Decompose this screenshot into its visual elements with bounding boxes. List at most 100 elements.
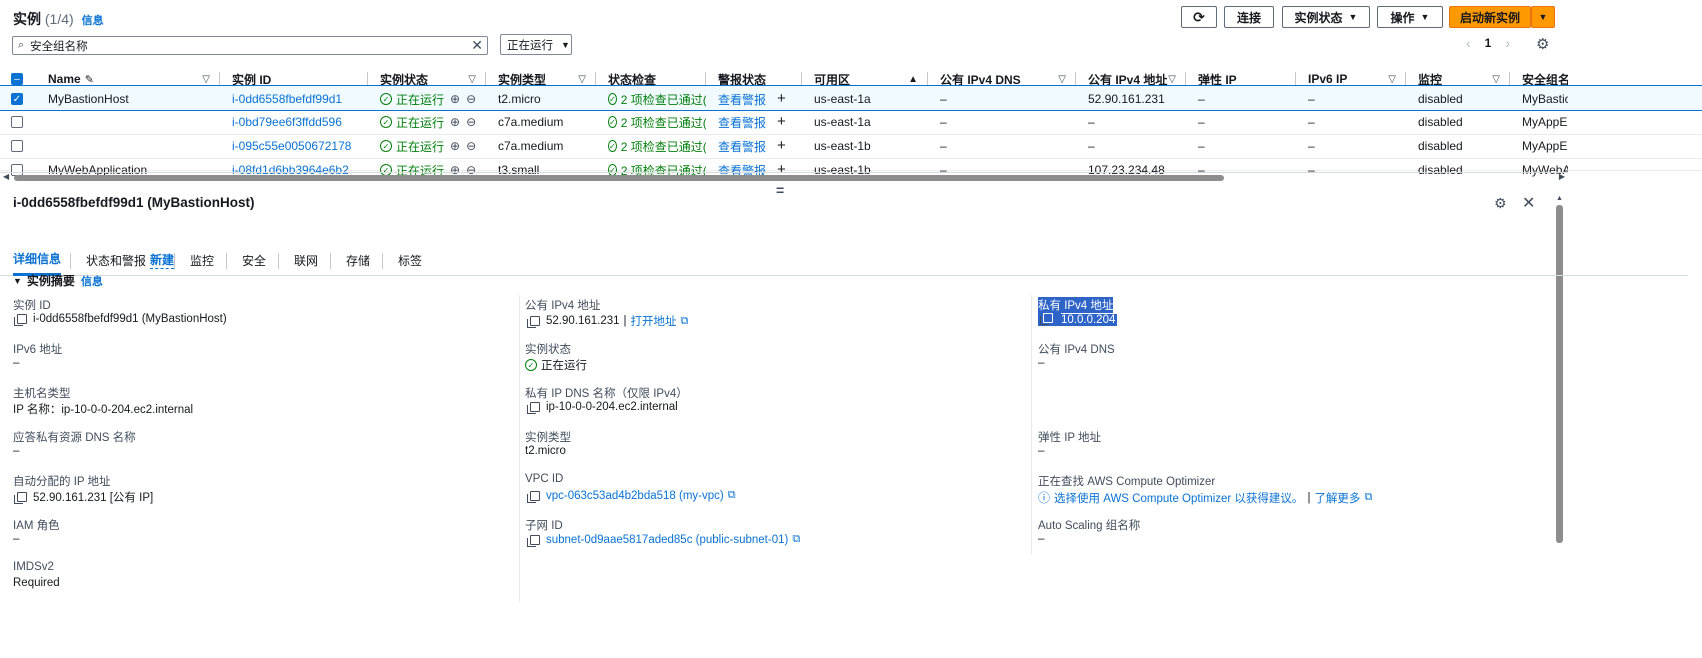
- tab-security[interactable]: 安全: [242, 244, 266, 276]
- search-input[interactable]: ⌕ 安全组名称 ✕: [12, 36, 488, 55]
- zoom-out-icon[interactable]: ⊖: [466, 139, 476, 153]
- tab-label: 详细信息: [13, 252, 62, 266]
- id-text[interactable]: i-0bd79ee6f3ffdd596: [232, 115, 342, 129]
- state-filter-select[interactable]: 正在运行 ▼: [500, 34, 572, 55]
- dns-text: –: [940, 92, 947, 106]
- filter-icon[interactable]: ▽: [578, 74, 586, 85]
- copy-icon[interactable]: [527, 490, 540, 503]
- zoom-in-icon[interactable]: ⊕: [450, 139, 460, 153]
- table-row[interactable]: ✓ MyBastionHost i-0dd6558fbefdf99d1 ✓ 正在运行 ⊕ ⊖…: [0, 85, 1702, 111]
- name-text: MyBastionHost: [48, 92, 129, 106]
- launch-instance-button[interactable]: 启动新实例: [1449, 6, 1531, 28]
- row-checkbox[interactable]: [11, 116, 23, 128]
- scroll-right-icon[interactable]: ▶: [1559, 172, 1565, 181]
- copy-icon[interactable]: [527, 534, 540, 547]
- filter-icon[interactable]: ▽: [202, 74, 210, 85]
- filter-icon[interactable]: ▽: [1168, 74, 1176, 85]
- add-alarm-icon[interactable]: +: [777, 113, 786, 130]
- add-alarm-icon[interactable]: +: [777, 90, 786, 107]
- zoom-out-icon[interactable]: ⊖: [466, 92, 476, 106]
- gear-icon[interactable]: ⚙: [1536, 35, 1549, 53]
- open-address-link[interactable]: 打开地址: [631, 313, 677, 329]
- tab-label: 监控: [190, 253, 215, 268]
- add-alarm-icon[interactable]: +: [777, 137, 786, 154]
- cell-state: ✓ 正在运行 ⊕ ⊖: [380, 109, 486, 135]
- horizontal-scrollbar[interactable]: ◀ ▶: [0, 172, 1568, 182]
- check-circle-icon: ✓: [608, 93, 617, 105]
- cell-alarm[interactable]: 查看警报: [718, 133, 802, 159]
- value-elastic-ip: –: [1038, 445, 1045, 457]
- filter-icon[interactable]: ▽: [1388, 74, 1396, 85]
- sort-asc-icon[interactable]: ▲: [908, 74, 918, 85]
- instance-state-button[interactable]: 实例状态 ▼: [1282, 6, 1370, 28]
- dns-text: –: [940, 139, 947, 153]
- zoom-out-icon[interactable]: ⊖: [466, 115, 476, 129]
- cell-id[interactable]: i-0bd79ee6f3ffdd596: [232, 109, 368, 135]
- section-info-link[interactable]: 信息: [81, 273, 103, 289]
- alarm-text[interactable]: 查看警报: [718, 114, 766, 131]
- compute-optimizer-link[interactable]: 选择使用 AWS Compute Optimizer 以获得建议。: [1054, 490, 1303, 506]
- launch-dropdown-button[interactable]: ▼: [1531, 6, 1555, 28]
- table-row[interactable]: i-0bd79ee6f3ffdd596 ✓ 正在运行 ⊕ ⊖ c7a.medium ✓ 2 项…: [0, 109, 1702, 135]
- scrollbar-thumb[interactable]: [14, 175, 1224, 181]
- label-private-dns: 私有 IP DNS 名称（仅限 IPv4）: [525, 388, 688, 400]
- section-header[interactable]: ▼ 实例摘要 信息: [13, 272, 103, 289]
- external-link-icon: ⧉: [680, 314, 689, 327]
- cell-monitor: disabled: [1418, 133, 1510, 159]
- zoom-in-icon[interactable]: ⊕: [450, 115, 460, 129]
- filter-icon[interactable]: ▽: [1058, 74, 1066, 85]
- scroll-up-icon[interactable]: ▲: [1556, 195, 1563, 202]
- cell-id[interactable]: i-095c55e0050672178: [232, 133, 368, 159]
- row-checkbox[interactable]: [11, 140, 23, 152]
- filter-icon[interactable]: ▽: [1492, 74, 1500, 85]
- settings-icon[interactable]: ⚙: [1494, 195, 1507, 212]
- alarm-text[interactable]: 查看警报: [718, 138, 766, 155]
- table-row[interactable]: MyWebApplication i-08fd1d6bb3964e6b2 ✓ 正在运行…: [0, 157, 1702, 178]
- subnet-link[interactable]: subnet-0d9aae5817aded85c (public-subnet-…: [546, 534, 788, 546]
- label-subnet-id: 子网 ID: [525, 520, 563, 532]
- value-instance-id: i-0dd6558fbefdf99d1 (MyBastionHost): [14, 313, 227, 326]
- filter-icon[interactable]: ▽: [468, 74, 476, 85]
- tab-monitoring[interactable]: 监控: [190, 244, 214, 276]
- refresh-icon: ⟳: [1193, 8, 1205, 25]
- label-hostname-type: 主机名类型: [13, 388, 71, 400]
- alarm-text[interactable]: 查看警报: [718, 91, 766, 108]
- clear-icon[interactable]: ✕: [471, 37, 483, 54]
- learn-more-link[interactable]: 了解更多: [1314, 490, 1360, 506]
- close-icon[interactable]: ✕: [1522, 193, 1535, 213]
- id-text[interactable]: i-095c55e0050672178: [232, 139, 351, 153]
- cell-dns: –: [940, 109, 1076, 135]
- value-private-dns: ip-10-0-0-204.ec2.internal: [527, 401, 678, 414]
- connect-button[interactable]: 连接: [1224, 6, 1274, 28]
- launch-label: 启动新实例: [1459, 10, 1520, 25]
- select-all-checkbox[interactable]: –: [11, 73, 23, 85]
- scroll-left-icon[interactable]: ◀: [3, 172, 9, 181]
- cell-alarm[interactable]: 查看警报: [718, 109, 802, 135]
- copy-icon[interactable]: [527, 316, 540, 328]
- actions-button[interactable]: 操作 ▼: [1377, 6, 1443, 28]
- tab-tags[interactable]: 标签: [398, 244, 422, 276]
- copy-icon[interactable]: [1040, 313, 1053, 325]
- chevron-left-icon[interactable]: ‹: [1466, 35, 1471, 51]
- chevron-right-icon[interactable]: ›: [1505, 35, 1510, 51]
- tab-networking[interactable]: 联网: [294, 244, 318, 276]
- page-number[interactable]: 1: [1485, 36, 1492, 50]
- refresh-button[interactable]: ⟳: [1181, 6, 1217, 28]
- panel-resize-handle[interactable]: =: [776, 182, 784, 198]
- tab-label: 存储: [346, 253, 371, 268]
- ipv4-text: –: [1088, 115, 1095, 129]
- id-text[interactable]: i-0dd6558fbefdf99d1: [232, 92, 342, 106]
- value-instance-state: ✓ 正在运行: [525, 357, 587, 373]
- state-text: 正在运行: [396, 115, 445, 130]
- tab-storage[interactable]: 存储: [346, 244, 370, 276]
- row-checkbox[interactable]: ✓: [11, 93, 23, 105]
- copy-icon[interactable]: [14, 492, 27, 504]
- info-link[interactable]: 信息: [82, 15, 104, 27]
- type-text: t2.micro: [498, 92, 541, 106]
- table-row[interactable]: i-095c55e0050672178 ✓ 正在运行 ⊕ ⊖ c7a.medium ✓ 2 项…: [0, 133, 1702, 159]
- copy-icon[interactable]: [14, 314, 27, 326]
- copy-icon[interactable]: [527, 402, 540, 414]
- vpc-link[interactable]: vpc-063c53ad4b2bda518 (my-vpc): [546, 490, 724, 502]
- zoom-in-icon[interactable]: ⊕: [450, 92, 460, 106]
- value-iam-role: –: [13, 533, 20, 545]
